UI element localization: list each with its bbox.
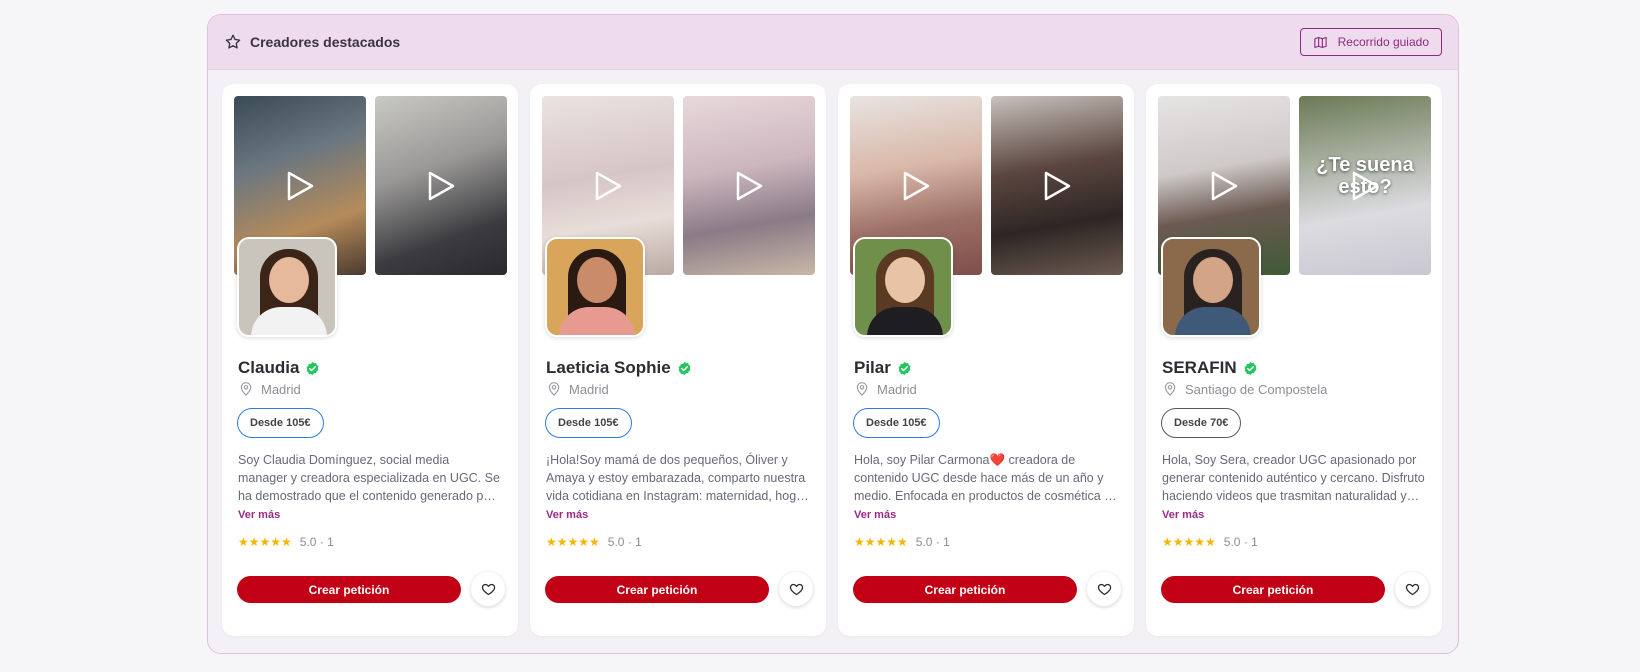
rating-value: 5.0 · 1 — [299, 535, 334, 549]
location-pin-icon — [240, 382, 252, 396]
creator-description: Hola, soy Pilar Carmona❤️ creadora de co… — [854, 453, 1111, 503]
location-row: Madrid — [546, 381, 609, 397]
creator-description: Hola, Soy Sera, creador UGC apasionado p… — [1162, 453, 1425, 503]
location-pin-icon — [548, 382, 560, 396]
play-icon[interactable] — [1042, 170, 1072, 202]
price-badge: Desde 105€ — [545, 408, 632, 438]
location-pin-icon — [1164, 382, 1176, 396]
video-thumbnail[interactable] — [991, 96, 1123, 275]
location-text: Madrid — [877, 381, 917, 397]
rating-value: 5.0 · 1 — [915, 535, 950, 549]
price-badge: Desde 105€ — [853, 408, 940, 438]
featured-creators-panel: Creadores destacados Recorrido guiado Cl… — [207, 14, 1459, 654]
create-request-button[interactable]: Crear petición — [545, 576, 769, 603]
location-row: Madrid — [238, 381, 301, 397]
play-icon[interactable] — [426, 170, 456, 202]
creator-name[interactable]: Laeticia Sophie — [546, 358, 671, 378]
verified-badge-icon — [1244, 361, 1256, 375]
star-outline-icon — [225, 34, 241, 49]
rating-stars-icon: ★★★★★ — [238, 535, 292, 549]
creator-name-row: Laeticia Sophie — [546, 358, 692, 378]
location-row: Santiago de Compostela — [1162, 381, 1327, 397]
creator-name-row: SERAFIN — [1162, 358, 1258, 378]
video-thumbnail[interactable]: ¿Te suena esto? — [1299, 96, 1431, 275]
verified-badge-icon — [307, 361, 319, 375]
play-icon[interactable] — [1209, 170, 1239, 202]
panel-header: Creadores destacados Recorrido guiado — [208, 15, 1458, 70]
creator-name-row: Claudia — [238, 358, 320, 378]
play-icon[interactable] — [901, 170, 931, 202]
favorite-button[interactable] — [779, 572, 813, 606]
creator-description: Soy Claudia Domínguez, social media mana… — [238, 453, 500, 503]
create-request-button[interactable]: Crear petición — [1161, 576, 1385, 603]
location-pin-icon — [856, 382, 868, 396]
creator-name[interactable]: Claudia — [238, 358, 299, 378]
creator-name[interactable]: Pilar — [854, 358, 891, 378]
creator-card[interactable]: ¿Te suena esto? SERAFIN Santiago de Comp… — [1146, 84, 1442, 636]
creator-card[interactable]: Claudia Madrid Desde 105€ Soy Claudia Do… — [222, 84, 518, 636]
see-more-link[interactable]: Ver más — [854, 509, 896, 521]
avatar[interactable] — [1161, 237, 1261, 337]
rating-row: ★★★★★ 5.0 · 1 — [238, 535, 334, 549]
video-thumbnail[interactable] — [683, 96, 815, 275]
price-badge: Desde 70€ — [1161, 408, 1242, 438]
verified-badge-icon — [898, 361, 911, 375]
map-icon — [1313, 36, 1327, 48]
create-request-button[interactable]: Crear petición — [853, 576, 1077, 603]
avatar-face — [1193, 257, 1233, 303]
creator-cards-list: Claudia Madrid Desde 105€ Soy Claudia Do… — [222, 84, 1442, 636]
rating-value: 5.0 · 1 — [1223, 535, 1258, 549]
rating-row: ★★★★★ 5.0 · 1 — [854, 535, 950, 549]
avatar[interactable] — [545, 237, 645, 337]
see-more-link[interactable]: Ver más — [546, 509, 588, 521]
see-more-link[interactable]: Ver más — [238, 509, 280, 521]
heart-icon — [789, 583, 803, 595]
panel-title-text: Creadores destacados — [250, 34, 401, 50]
video-thumbnail[interactable] — [375, 96, 507, 275]
guided-tour-button[interactable]: Recorrido guiado — [1299, 28, 1442, 56]
creator-name-row: Pilar — [854, 358, 912, 378]
heart-icon — [1097, 583, 1111, 595]
creator-card[interactable]: Pilar Madrid Desde 105€ Hola, soy Pilar … — [838, 84, 1134, 636]
rating-row: ★★★★★ 5.0 · 1 — [546, 535, 642, 549]
creator-description: ¡Hola!Soy mamá de dos pequeños, Óliver y… — [546, 453, 808, 503]
location-text: Santiago de Compostela — [1185, 381, 1328, 397]
avatar-face — [269, 257, 309, 303]
verified-badge-icon — [678, 361, 691, 375]
rating-row: ★★★★★ 5.0 · 1 — [1162, 535, 1258, 549]
create-request-button[interactable]: Crear petición — [237, 576, 461, 603]
heart-icon — [481, 583, 495, 595]
location-text: Madrid — [261, 381, 301, 397]
price-badge: Desde 105€ — [237, 408, 324, 438]
avatar[interactable] — [237, 237, 337, 337]
favorite-button[interactable] — [1395, 572, 1429, 606]
avatar[interactable] — [853, 237, 953, 337]
avatar-face — [577, 257, 617, 303]
favorite-button[interactable] — [1087, 572, 1121, 606]
location-row: Madrid — [854, 381, 917, 397]
rating-stars-icon: ★★★★★ — [546, 535, 600, 549]
rating-value: 5.0 · 1 — [607, 535, 642, 549]
guided-tour-label: Recorrido guiado — [1337, 35, 1429, 49]
creator-name[interactable]: SERAFIN — [1162, 358, 1237, 378]
location-text: Madrid — [569, 381, 609, 397]
see-more-link[interactable]: Ver más — [1162, 509, 1204, 521]
favorite-button[interactable] — [471, 572, 505, 606]
avatar-face — [885, 257, 925, 303]
panel-title: Creadores destacados — [224, 33, 400, 51]
rating-stars-icon: ★★★★★ — [1162, 535, 1216, 549]
rating-stars-icon: ★★★★★ — [854, 535, 908, 549]
creator-card[interactable]: Laeticia Sophie Madrid Desde 105€ ¡Hola!… — [530, 84, 826, 636]
play-icon[interactable] — [734, 170, 764, 202]
play-icon[interactable] — [593, 170, 623, 202]
play-icon[interactable] — [1350, 170, 1380, 202]
heart-icon — [1405, 583, 1419, 595]
play-icon[interactable] — [285, 170, 315, 202]
